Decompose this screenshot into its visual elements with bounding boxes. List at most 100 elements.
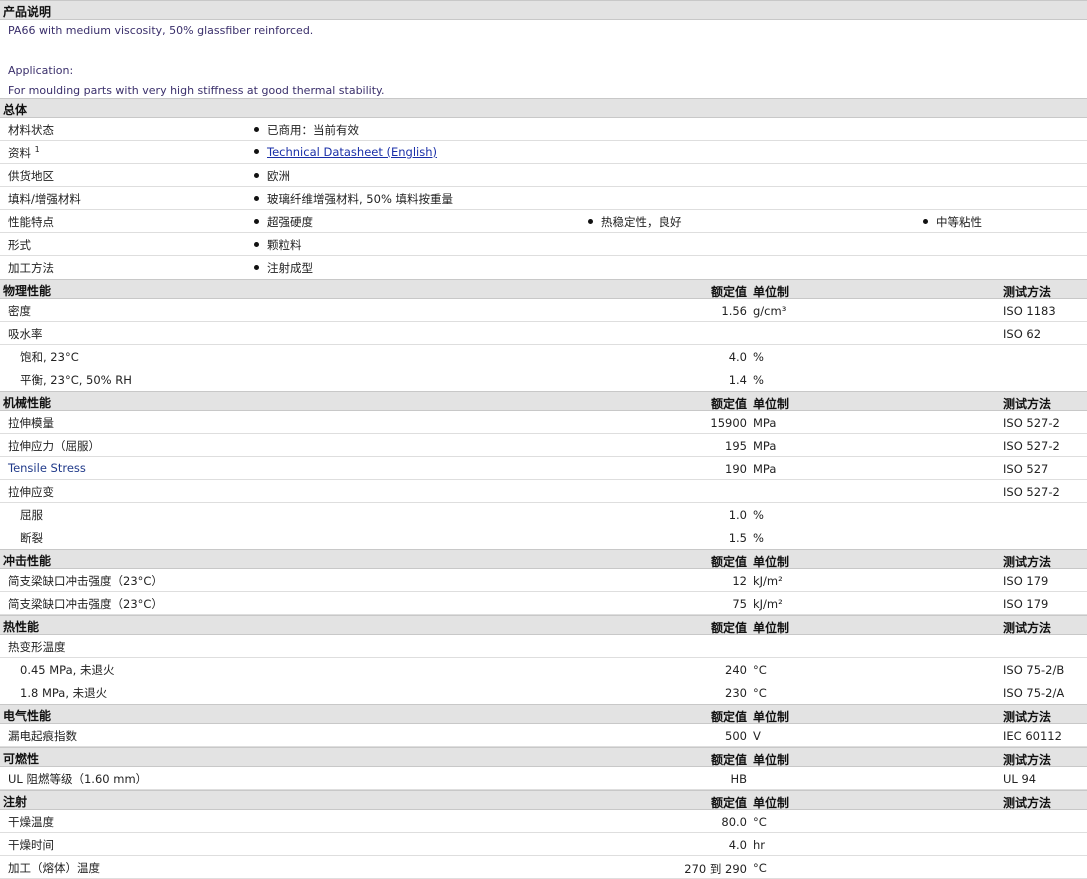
section-header-general: 总体 <box>0 98 1087 118</box>
nominal-value: 190 <box>725 462 747 476</box>
property-label: 拉伸应力（屈服） <box>8 439 100 453</box>
section-header: 机械性能 额定值 单位制 测试方法 <box>0 391 1087 411</box>
unit-value: hr <box>753 838 766 852</box>
unit-value: % <box>753 508 764 522</box>
unit-value: % <box>753 531 764 545</box>
unit-header: 单位制 <box>753 710 790 724</box>
nominal-value: 500 <box>725 729 747 743</box>
datasheet-link[interactable]: Technical Datasheet (English) <box>267 145 437 159</box>
bullet-icon <box>923 219 928 224</box>
general-row: 填料/增强材料 玻璃纤维增强材料, 50% 填料按重量 <box>0 187 1087 210</box>
property-row: 屈服 1.0% <box>0 503 1087 526</box>
nominal-value: 15900 <box>710 416 747 430</box>
section-title: 注射 <box>3 795 28 809</box>
test-method: ISO 75-2/B <box>1003 663 1065 677</box>
bullet-value: 欧洲 <box>254 168 290 184</box>
nominal-value: 230 <box>725 686 747 700</box>
unit-value: °C <box>753 861 767 875</box>
unit-value: °C <box>753 663 767 677</box>
nominal-value: 75 <box>732 597 747 611</box>
test-method: ISO 62 <box>1003 327 1042 341</box>
method-header: 测试方法 <box>1003 796 1052 810</box>
description-line: For moulding parts with very high stiffn… <box>8 84 385 97</box>
test-method: ISO 179 <box>1003 574 1049 588</box>
property-label: 拉伸应变 <box>8 485 54 499</box>
test-method: IEC 60112 <box>1003 729 1062 743</box>
nominal-header: 额定值 <box>710 397 747 411</box>
section-header: 注射 额定值 单位制 测试方法 <box>0 790 1087 810</box>
property-label: 平衡, 23°C, 50% RH <box>20 373 132 387</box>
nominal-value: 270 到 290 <box>684 862 747 876</box>
general-row: 供货地区 欧洲 <box>0 164 1087 187</box>
nominal-value: 195 <box>725 439 747 453</box>
row-label: 材料状态 <box>8 123 54 137</box>
bullet-icon <box>254 196 259 201</box>
property-row: 1.8 MPa, 未退火 230 °C ISO 75-2/A <box>0 681 1087 704</box>
unit-value: kJ/m² <box>753 597 783 611</box>
method-header: 测试方法 <box>1003 753 1052 767</box>
property-label: 干燥温度 <box>8 815 54 829</box>
unit-value: MPa <box>753 416 777 430</box>
section-title: 总体 <box>3 103 28 117</box>
unit-header: 单位制 <box>753 753 790 767</box>
section-title: 热性能 <box>3 620 40 634</box>
property-row: 拉伸应变 ISO 527-2 <box>0 480 1087 503</box>
unit-header: 单位制 <box>753 621 790 635</box>
row-label: 性能特点 <box>8 215 54 229</box>
test-method: UL 94 <box>1003 772 1037 786</box>
test-method: ISO 527-2 <box>1003 439 1060 453</box>
unit-value: °C <box>753 815 767 829</box>
property-row: 干燥时间 4.0 hr <box>0 833 1087 856</box>
unit-value: V <box>753 729 761 743</box>
unit-value: MPa <box>753 439 777 453</box>
general-row: 资料 1 Technical Datasheet (English) <box>0 141 1087 164</box>
section-header-description: 产品说明 <box>0 0 1087 20</box>
property-label: 断裂 <box>20 531 43 545</box>
bullet-value: 颗粒料 <box>254 237 302 253</box>
unit-value: % <box>753 350 764 364</box>
test-method: ISO 75-2/A <box>1003 686 1065 700</box>
section-title: 电气性能 <box>3 709 52 723</box>
nominal-value: 1.0 <box>728 508 747 522</box>
unit-value: kJ/m² <box>753 574 783 588</box>
property-label: Tensile Stress <box>8 461 86 475</box>
property-row: 简支梁缺口冲击强度（23°C） 75 kJ/m² ISO 179 <box>0 592 1087 615</box>
bullet-icon <box>254 173 259 178</box>
section-header: 电气性能 额定值 单位制 测试方法 <box>0 704 1087 724</box>
unit-value: MPa <box>753 462 777 476</box>
test-method: ISO 1183 <box>1003 304 1056 318</box>
unit-value: g/cm³ <box>753 304 787 318</box>
general-row: 性能特点 超强硬度 热稳定性，良好 中等粘性 <box>0 210 1087 233</box>
nominal-value: 4.0 <box>728 838 747 852</box>
bullet-icon <box>254 127 259 132</box>
nominal-value: 4.0 <box>728 350 747 364</box>
property-label: 简支梁缺口冲击强度（23°C） <box>8 597 163 611</box>
description-line: PA66 with medium viscosity, 50% glassfib… <box>8 24 314 37</box>
property-label: 密度 <box>8 304 31 318</box>
nominal-value: 1.56 <box>721 304 747 318</box>
bullet-value: Technical Datasheet (English) <box>254 145 437 159</box>
test-method: ISO 527-2 <box>1003 416 1060 430</box>
bullet-value: 热稳定性，良好 <box>588 214 682 230</box>
property-label: 吸水率 <box>8 327 43 341</box>
row-label: 供货地区 <box>8 169 54 183</box>
property-row: 吸水率 ISO 62 <box>0 322 1087 345</box>
nominal-value: 240 <box>725 663 747 677</box>
property-label: 加工（熔体）温度 <box>8 861 100 875</box>
bullet-icon <box>254 265 259 270</box>
section-header: 热性能 额定值 单位制 测试方法 <box>0 615 1087 635</box>
property-row: 简支梁缺口冲击强度（23°C） 12 kJ/m² ISO 179 <box>0 569 1087 592</box>
property-label: UL 阻燃等级（1.60 mm） <box>8 772 148 786</box>
property-row: 断裂 1.5% <box>0 526 1087 549</box>
bullet-value: 玻璃纤维增强材料, 50% 填料按重量 <box>254 191 453 207</box>
property-row: 热变形温度 <box>0 635 1087 658</box>
section-header: 物理性能 额定值 单位制 测试方法 <box>0 279 1087 299</box>
section-title: 产品说明 <box>3 5 52 19</box>
section-title: 物理性能 <box>3 284 52 298</box>
nominal-value: HB <box>730 772 747 786</box>
row-label: 加工方法 <box>8 261 54 275</box>
property-row: 干燥温度 80.0 °C <box>0 810 1087 833</box>
property-label: 干燥时间 <box>8 838 54 852</box>
section-title: 冲击性能 <box>3 554 52 568</box>
